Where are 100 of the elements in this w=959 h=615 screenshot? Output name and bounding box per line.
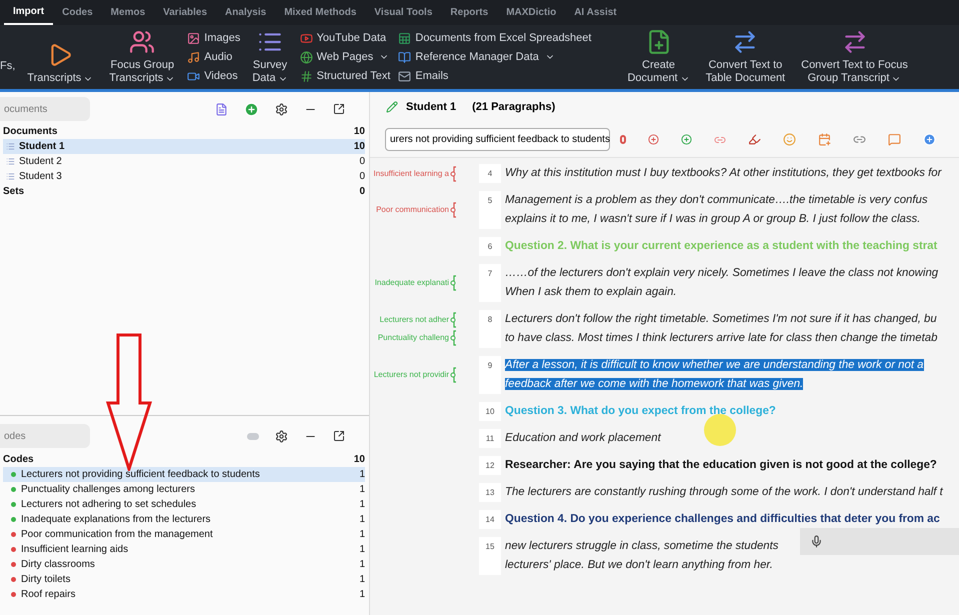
menu-tab[interactable]: AI Assist (565, 0, 626, 25)
add-code-icon[interactable] (681, 134, 692, 145)
menu-tab[interactable]: Codes (53, 0, 102, 25)
code-label: Punctuality challenges among lecturers (21, 483, 195, 497)
menu-tab[interactable]: Analysis (216, 0, 276, 25)
add-code-icon[interactable] (648, 134, 659, 145)
count-label: 10 (354, 453, 365, 467)
undock-icon[interactable] (333, 430, 345, 442)
paragraph-text[interactable]: Education and work placement (501, 429, 661, 448)
add-icon[interactable] (923, 133, 936, 146)
calendar-plus-icon[interactable] (818, 133, 831, 146)
highlighter-icon[interactable] (748, 133, 761, 146)
document-row[interactable]: Student 2 0 (3, 154, 365, 169)
paragraph-number: 11 (486, 433, 494, 445)
paragraph-text[interactable]: The lecturers are constantly rushing through some of the work. I don't understand half t (501, 483, 943, 502)
count-label: 0 (359, 155, 365, 169)
paragraph-number: 4 (488, 168, 492, 180)
ribbon-button[interactable]: Transcripts (23, 42, 98, 85)
menu-tab[interactable]: Mixed Methods (275, 0, 366, 25)
code-row[interactable]: Lecturers not providing sufficient feedback to students 1 (3, 467, 365, 482)
ribbon-button[interactable]: Survey Data (248, 29, 292, 85)
settings-icon[interactable] (275, 430, 288, 442)
ribbon-button[interactable]: Videos (187, 67, 240, 85)
ribbon-button[interactable]: Convert Text to Table Document (702, 29, 790, 85)
paragraph-text[interactable]: new lecturers struggle in class, sometime the students lecturers' place. But we don't learn anything from her. (501, 537, 778, 575)
code-bracket-icon (450, 275, 458, 291)
count-label: 0 (359, 170, 365, 184)
code-row[interactable]: Roof repairs 1 (3, 587, 365, 602)
code-select[interactable]: urers not providing sufficient feedback to students (385, 128, 610, 151)
code-row[interactable]: Poor communication from the management 1 (3, 527, 365, 542)
search-field[interactable]: ocuments (0, 97, 90, 121)
hash-icon (300, 70, 313, 82)
tree-root-label[interactable]: Documents (3, 124, 58, 139)
document-icon[interactable] (215, 102, 228, 116)
emoji-icon[interactable] (783, 133, 796, 146)
code-margin-label[interactable]: Poor communication (376, 204, 449, 216)
ribbon-button[interactable]: Create Document (623, 29, 694, 85)
ribbon-button[interactable]: Images (187, 29, 240, 47)
code-row[interactable]: Dirty toilets 1 (3, 572, 365, 587)
menu-tab[interactable]: Reports (441, 0, 498, 25)
tree-root-label[interactable]: Sets (3, 184, 24, 199)
microphone-icon[interactable] (810, 535, 823, 548)
document-icon (6, 172, 15, 181)
paragraph-text[interactable]: Question 4. Do you experience challenges and difficulties that deter you from ac (501, 510, 940, 529)
globe-icon (300, 50, 313, 64)
paragraph-text[interactable]: After a lesson, it is difficult to know whether we are understanding the work or not a feedback after we come with the homework that was given. (501, 356, 924, 394)
ribbon-button[interactable]: Reference Manager Data (398, 48, 592, 66)
code-row[interactable]: Dirty classrooms 1 (3, 557, 365, 572)
count-label: 1 (359, 528, 365, 542)
edit-icon (386, 101, 398, 113)
ribbon-button[interactable]: Emails (398, 67, 592, 85)
code-label: Lecturers not adhering to set schedules (21, 498, 196, 512)
paragraph-text[interactable]: ……of the lecturers don't explain very nicely. Sometimes I leave the class not knowing When I ask them to explain again. (501, 264, 938, 302)
menu-tab[interactable]: Visual Tools (365, 0, 442, 25)
paragraph-text[interactable]: Researcher: Are you saying that the education given is not good at the college? (501, 456, 937, 475)
ribbon-button[interactable]: YouTube Data (300, 29, 390, 47)
paragraph-count: (21 Paragraphs) (472, 100, 556, 115)
ribbon-button[interactable]: Audio (187, 48, 240, 66)
add-icon[interactable] (244, 102, 259, 116)
code-row[interactable]: Lecturers not adhering to set schedules 1 (3, 497, 365, 512)
search-field[interactable]: odes (0, 424, 90, 448)
code-bracket-icon (450, 367, 458, 383)
paragraph-text[interactable]: Lecturers don't follow the right timetable. Sometimes I'm not sure if it has changed, bu to have class. Most times I think lecturers arrive late for class then change the timetab (501, 310, 938, 348)
count-label: 1 (359, 498, 365, 512)
document-label: Student 2 (19, 155, 62, 169)
paragraph-number: 10 (486, 406, 494, 418)
envelope-icon (398, 70, 412, 82)
code-margin-label[interactable]: Insufficient learning a (374, 168, 449, 180)
settings-icon[interactable] (275, 102, 288, 116)
code-label: Insufficient learning aids (21, 543, 128, 557)
count-label: 1 (359, 543, 365, 557)
ribbon-button[interactable]: Focus Group Transcripts (105, 29, 180, 85)
document-icon (6, 157, 15, 166)
count-label: 1 (359, 468, 365, 482)
paragraph-number: 12 (486, 460, 494, 472)
count-label: 1 (359, 573, 365, 587)
count-label: 0 (359, 185, 365, 199)
ribbon-button[interactable]: Convert Text to Focus Group Transcript (797, 29, 912, 85)
code-row[interactable]: Punctuality challenges among lecturers 1 (3, 482, 365, 497)
paragraph-text[interactable]: Why at this institution must I buy textbooks? At other institutions, they get textbooks for (501, 164, 942, 183)
document-row[interactable]: Student 3 0 (3, 169, 365, 184)
menu-tab[interactable]: Variables (154, 0, 216, 25)
paragraph-number: 14 (486, 514, 494, 526)
code-row[interactable]: Inadequate explanations from the lecturers 1 (3, 512, 365, 527)
menu-tab[interactable]: MAXDictio (497, 0, 566, 25)
play-icon (300, 32, 313, 44)
menu-tab[interactable]: Memos (102, 0, 154, 25)
tree-root-label[interactable]: Codes (3, 452, 34, 467)
undock-icon[interactable] (333, 103, 345, 115)
document-row[interactable]: Student 1 10 (3, 139, 365, 154)
people-icon (129, 29, 156, 55)
paragraph-text[interactable]: Management is a problem as they don't communicate….the timetable is very confus explains it to me, I wasn't sure if I was in group A or group B. I just follow the class. (501, 191, 928, 229)
code-row[interactable]: Insufficient learning aids 1 (3, 542, 365, 557)
code-bracket-icon (450, 202, 458, 218)
ribbon-button[interactable]: Structured Text (300, 67, 390, 85)
comment-icon[interactable] (888, 133, 901, 146)
ribbon-button[interactable]: Documents from Excel Spreadsheet (398, 29, 592, 47)
toggle-icon[interactable] (247, 432, 259, 440)
count-label: 1 (359, 483, 365, 497)
ribbon-button[interactable]: Web Pages (300, 48, 390, 66)
